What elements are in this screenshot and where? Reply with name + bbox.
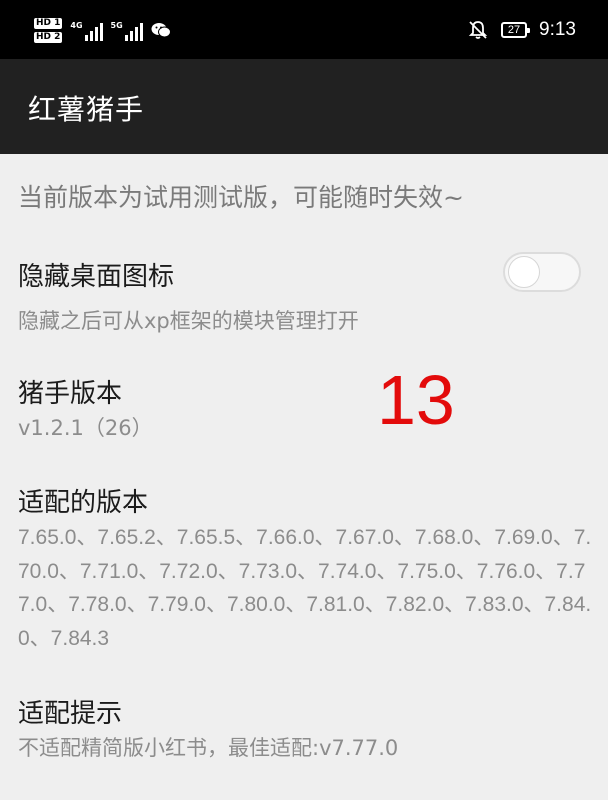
app-bar: 红薯猪手 [0,59,608,154]
hide-icon-title[interactable]: 隐藏桌面图标 [18,256,174,293]
supported-versions-title: 适配的版本 [18,488,149,518]
signal-bars-2 [124,23,143,41]
network-type-2: 5G [110,21,123,30]
status-bar: HD 1 HD 2 4G 5G 27 9:13 [0,0,608,59]
supported-versions-list: 7.65.0、7.65.2、7.65.5、7.66.0、7.67.0、7.68.… [18,526,592,650]
network-type-1: 4G [70,21,83,30]
status-right: 27 9:13 [467,16,576,44]
signal-bars-1 [84,23,103,41]
hide-icon-subtitle: 隐藏之后可从xp框架的模块管理打开 [18,309,359,333]
toggle-knob [508,256,540,288]
sim-indicators: HD 1 HD 2 [34,17,63,43]
tip-text: 不适配精简版小红书，最佳适配:v7.77.0 [18,736,399,760]
app-title: 红薯猪手 [28,93,145,126]
trial-notice: 当前版本为试用测试版，可能随时失效~ [18,183,464,212]
signal-icon: 4G [70,19,103,41]
version-title: 猪手版本 [18,379,123,409]
tip-title: 适配提示 [18,699,123,729]
signal-icon-2: 5G [111,19,143,41]
battery-level: 27 [507,24,521,36]
battery-icon: 27 [501,22,531,38]
clock: 9:13 [539,19,576,40]
wechat-icon [151,23,171,38]
overlay-number: 13 [377,361,455,439]
status-left: HD 1 HD 2 4G 5G [34,12,171,48]
sim1-badge: HD 1 [34,17,63,29]
version-value: v1.2.1（26） [18,416,153,440]
sim2-badge: HD 2 [34,31,63,43]
mute-bell-icon [468,21,488,39]
hide-icon-toggle[interactable] [503,252,581,292]
